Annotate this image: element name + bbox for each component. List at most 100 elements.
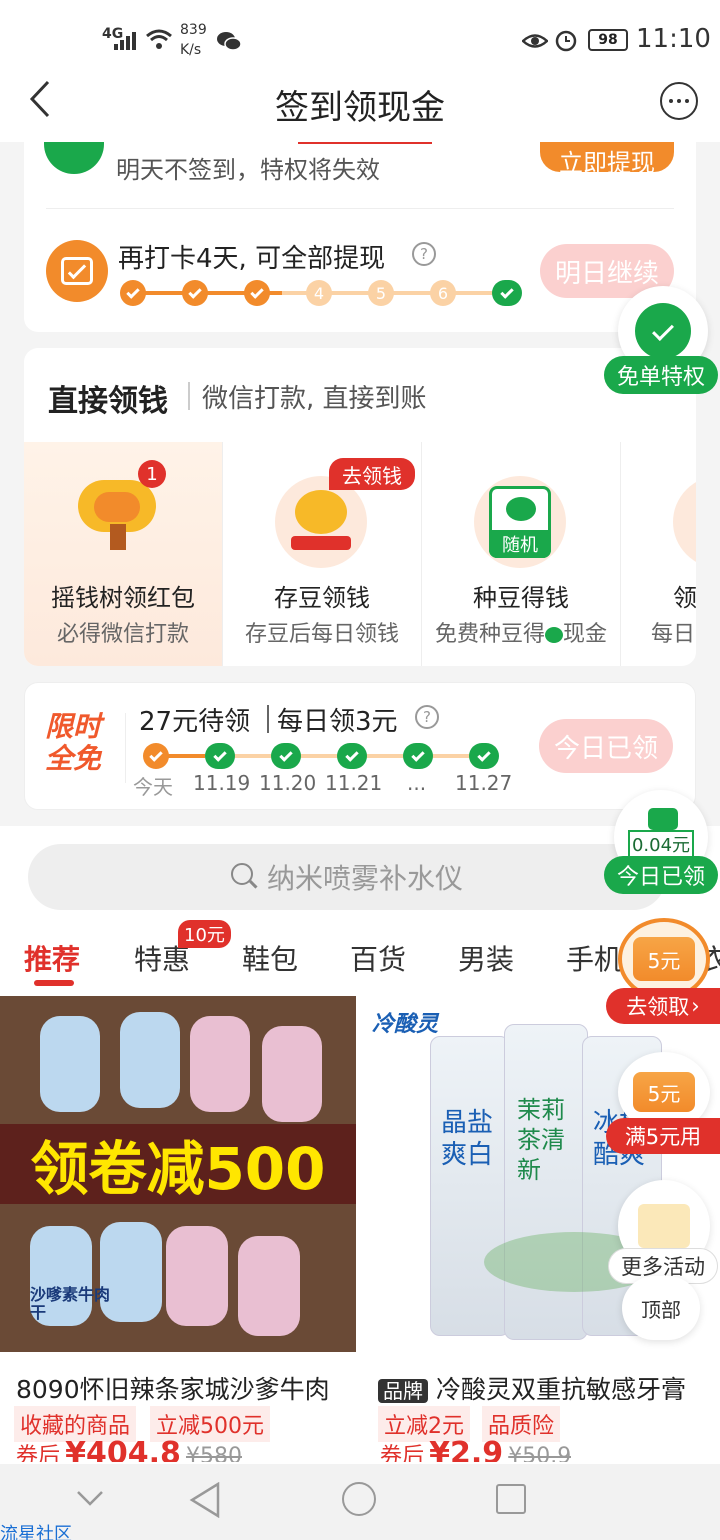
progress-dot: 5 [368, 280, 394, 306]
limited-free-logo: 限时 全免 [45, 710, 102, 775]
divider [46, 208, 674, 209]
random-wechat-icon: 随机 [474, 476, 566, 568]
full-use-label[interactable]: 满5元用 [606, 1118, 720, 1154]
search-icon [230, 863, 259, 891]
red-underline [298, 142, 432, 144]
title-divider [188, 382, 190, 410]
bean-deposit-item[interactable]: 去领钱 存豆领钱 存豆后每日领钱 [223, 442, 421, 666]
chevron-right-icon: › [691, 994, 700, 1018]
section-title: 直接领钱 [48, 384, 168, 419]
calendar-icon [46, 240, 108, 302]
brand-tag: 品牌 [378, 1379, 428, 1403]
free-privilege-label[interactable]: 免单特权 [604, 356, 718, 394]
toothpaste-tube: 晶盐爽白 [430, 1036, 510, 1336]
eye-icon [521, 30, 549, 52]
item-desc: 每日 [651, 622, 696, 647]
date-label: ... [407, 771, 427, 795]
help-icon[interactable]: ? [415, 705, 439, 729]
bean-plant-item[interactable]: 随机 种豆得钱 免费种豆得 现金 [422, 442, 620, 666]
wechat-green-icon [44, 142, 104, 174]
help-icon[interactable]: ? [412, 242, 436, 266]
wifi-icon [146, 28, 172, 50]
wechat-mini-icon [545, 627, 563, 643]
item-desc: 免费种豆得 现金 [434, 622, 608, 647]
progress-title: 再打卡4天, 可全部提现 [118, 244, 386, 274]
direct-money-card: 直接领钱 微信打款, 直接到账 1 摇钱树领红包 必得微信打款 去领钱 存豆领钱… [24, 348, 696, 666]
claim-tag[interactable]: 去领钱 [329, 458, 415, 490]
today-amount: 0.04元 [628, 830, 694, 858]
money-tree-item[interactable]: 1 摇钱树领红包 必得微信打款 [24, 442, 222, 666]
tab-goods[interactable]: 百货 [350, 938, 406, 978]
date-label: 11.20 [259, 771, 317, 795]
search-bar[interactable]: 纳米喷雾补水仪 [28, 844, 666, 910]
product-price: 券后 ¥2.9 ¥50.9 [380, 1436, 571, 1462]
withdraw-button[interactable]: 立即提现 [540, 142, 674, 172]
clock: 11:10 [636, 24, 711, 54]
more-money-item[interactable]: 领 每日 [621, 442, 696, 666]
progress-dot-final [492, 280, 522, 306]
more-icon[interactable] [660, 82, 698, 120]
progress-dot-today [143, 743, 169, 769]
notification-badge: 1 [138, 460, 166, 488]
wechat-icon [635, 303, 691, 359]
today-done-label[interactable]: 今日已领 [604, 856, 718, 894]
progress-dot: 6 [430, 280, 456, 306]
progress-dot [469, 743, 499, 769]
wechat-envelope-icon [648, 808, 678, 830]
system-nav-bar: 流星社区 [0, 1464, 720, 1540]
back-triangle-icon[interactable] [188, 1481, 222, 1519]
signin-warning: 明天不签到，特权将失效 [116, 156, 380, 184]
toothpaste-tube: 茉莉茶清新 [504, 1024, 588, 1340]
product-title: 品牌 冷酸灵双重抗敏感牙膏 [378, 1370, 686, 1406]
recents-square-icon[interactable] [496, 1484, 526, 1514]
progress-track: 4 5 6 [120, 280, 522, 306]
date-label: 11.27 [455, 771, 513, 795]
nav-bar: 签到领现金 [0, 80, 720, 142]
progress-dot-done [120, 280, 146, 306]
home-circle-icon[interactable] [342, 1482, 376, 1516]
item-name: 存豆领钱 [274, 584, 370, 612]
battery-level: 98 [598, 32, 618, 48]
product-price: 券后 ¥404.8 ¥580 [16, 1436, 242, 1462]
back-to-top-button[interactable]: 顶部 [622, 1276, 700, 1340]
item-icon [673, 476, 696, 568]
progress-dot-done [244, 280, 270, 306]
go-claim-button[interactable]: 去领取 › [606, 988, 720, 1024]
item-name: 领 [673, 584, 696, 612]
progress-dot-done [182, 280, 208, 306]
section-subtitle: 微信打款, 直接到账 [202, 384, 427, 414]
progress-dot [205, 743, 235, 769]
search-placeholder: 纳米喷雾补水仪 [266, 862, 463, 895]
item-desc: 必得微信打款 [56, 622, 189, 647]
coupon-value: 5元 [647, 948, 681, 973]
claimed-today-button[interactable]: 今日已领 [539, 719, 673, 773]
status-bar: 4G 839 K/s 98 11:10 [0, 0, 720, 80]
chevron-down-icon[interactable] [74, 1482, 106, 1514]
item-name: 摇钱树领红包 [51, 584, 195, 612]
daily-amount: 每日领3元 [277, 707, 398, 737]
item-name: 种豆得钱 [473, 584, 569, 612]
progress-dot: 4 [306, 280, 332, 306]
red-envelope-icon [638, 1204, 690, 1248]
original-price: ¥580 [185, 1444, 242, 1462]
date-label: 11.21 [325, 771, 383, 795]
tab-phones[interactable]: 手机 [566, 938, 622, 978]
wechat-icon [216, 30, 242, 52]
page-title: 签到领现金 [275, 88, 445, 128]
tab-recommend[interactable]: 推荐 [24, 938, 80, 978]
date-label: 今天 [133, 775, 173, 799]
bag-label: 沙嗲素牛肉干 [30, 1285, 111, 1322]
random-label: 随机 [502, 535, 538, 556]
daily-progress [141, 741, 501, 771]
product-card[interactable]: 领卷减500 沙嗲素牛肉干 8090怀旧辣条家城沙爹牛肉 收藏的商品 立减500… [0, 996, 356, 1466]
date-label: 11.19 [193, 771, 251, 795]
tab-bags[interactable]: 鞋包 [242, 938, 298, 978]
progress-dot [271, 743, 301, 769]
product-image: 领卷减500 沙嗲素牛肉干 [0, 996, 356, 1352]
brand-logo: 冷酸灵 [372, 1012, 439, 1037]
tab-menswear[interactable]: 男装 [458, 938, 514, 978]
limited-free-card: 限时 全免 27元待领 每日领3元 ? 今天 11.19 11.20 11.21… [24, 682, 696, 810]
watermark: 流星社区 [0, 1524, 72, 1540]
pending-amount: 27元待领 [139, 707, 251, 737]
alarm-icon [554, 28, 578, 52]
